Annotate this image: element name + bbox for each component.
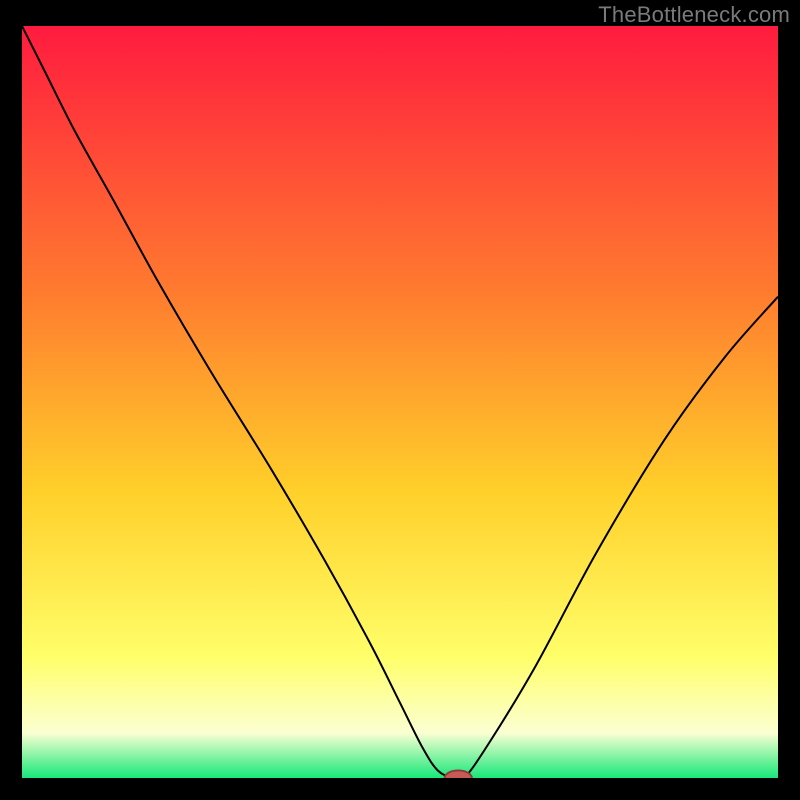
gradient-background [22, 26, 778, 778]
optimal-point-marker [445, 770, 472, 778]
chart-plot-area [22, 26, 778, 778]
watermark-label: TheBottleneck.com [598, 2, 790, 28]
chart-frame: TheBottleneck.com [0, 0, 800, 800]
chart-svg [22, 26, 778, 778]
